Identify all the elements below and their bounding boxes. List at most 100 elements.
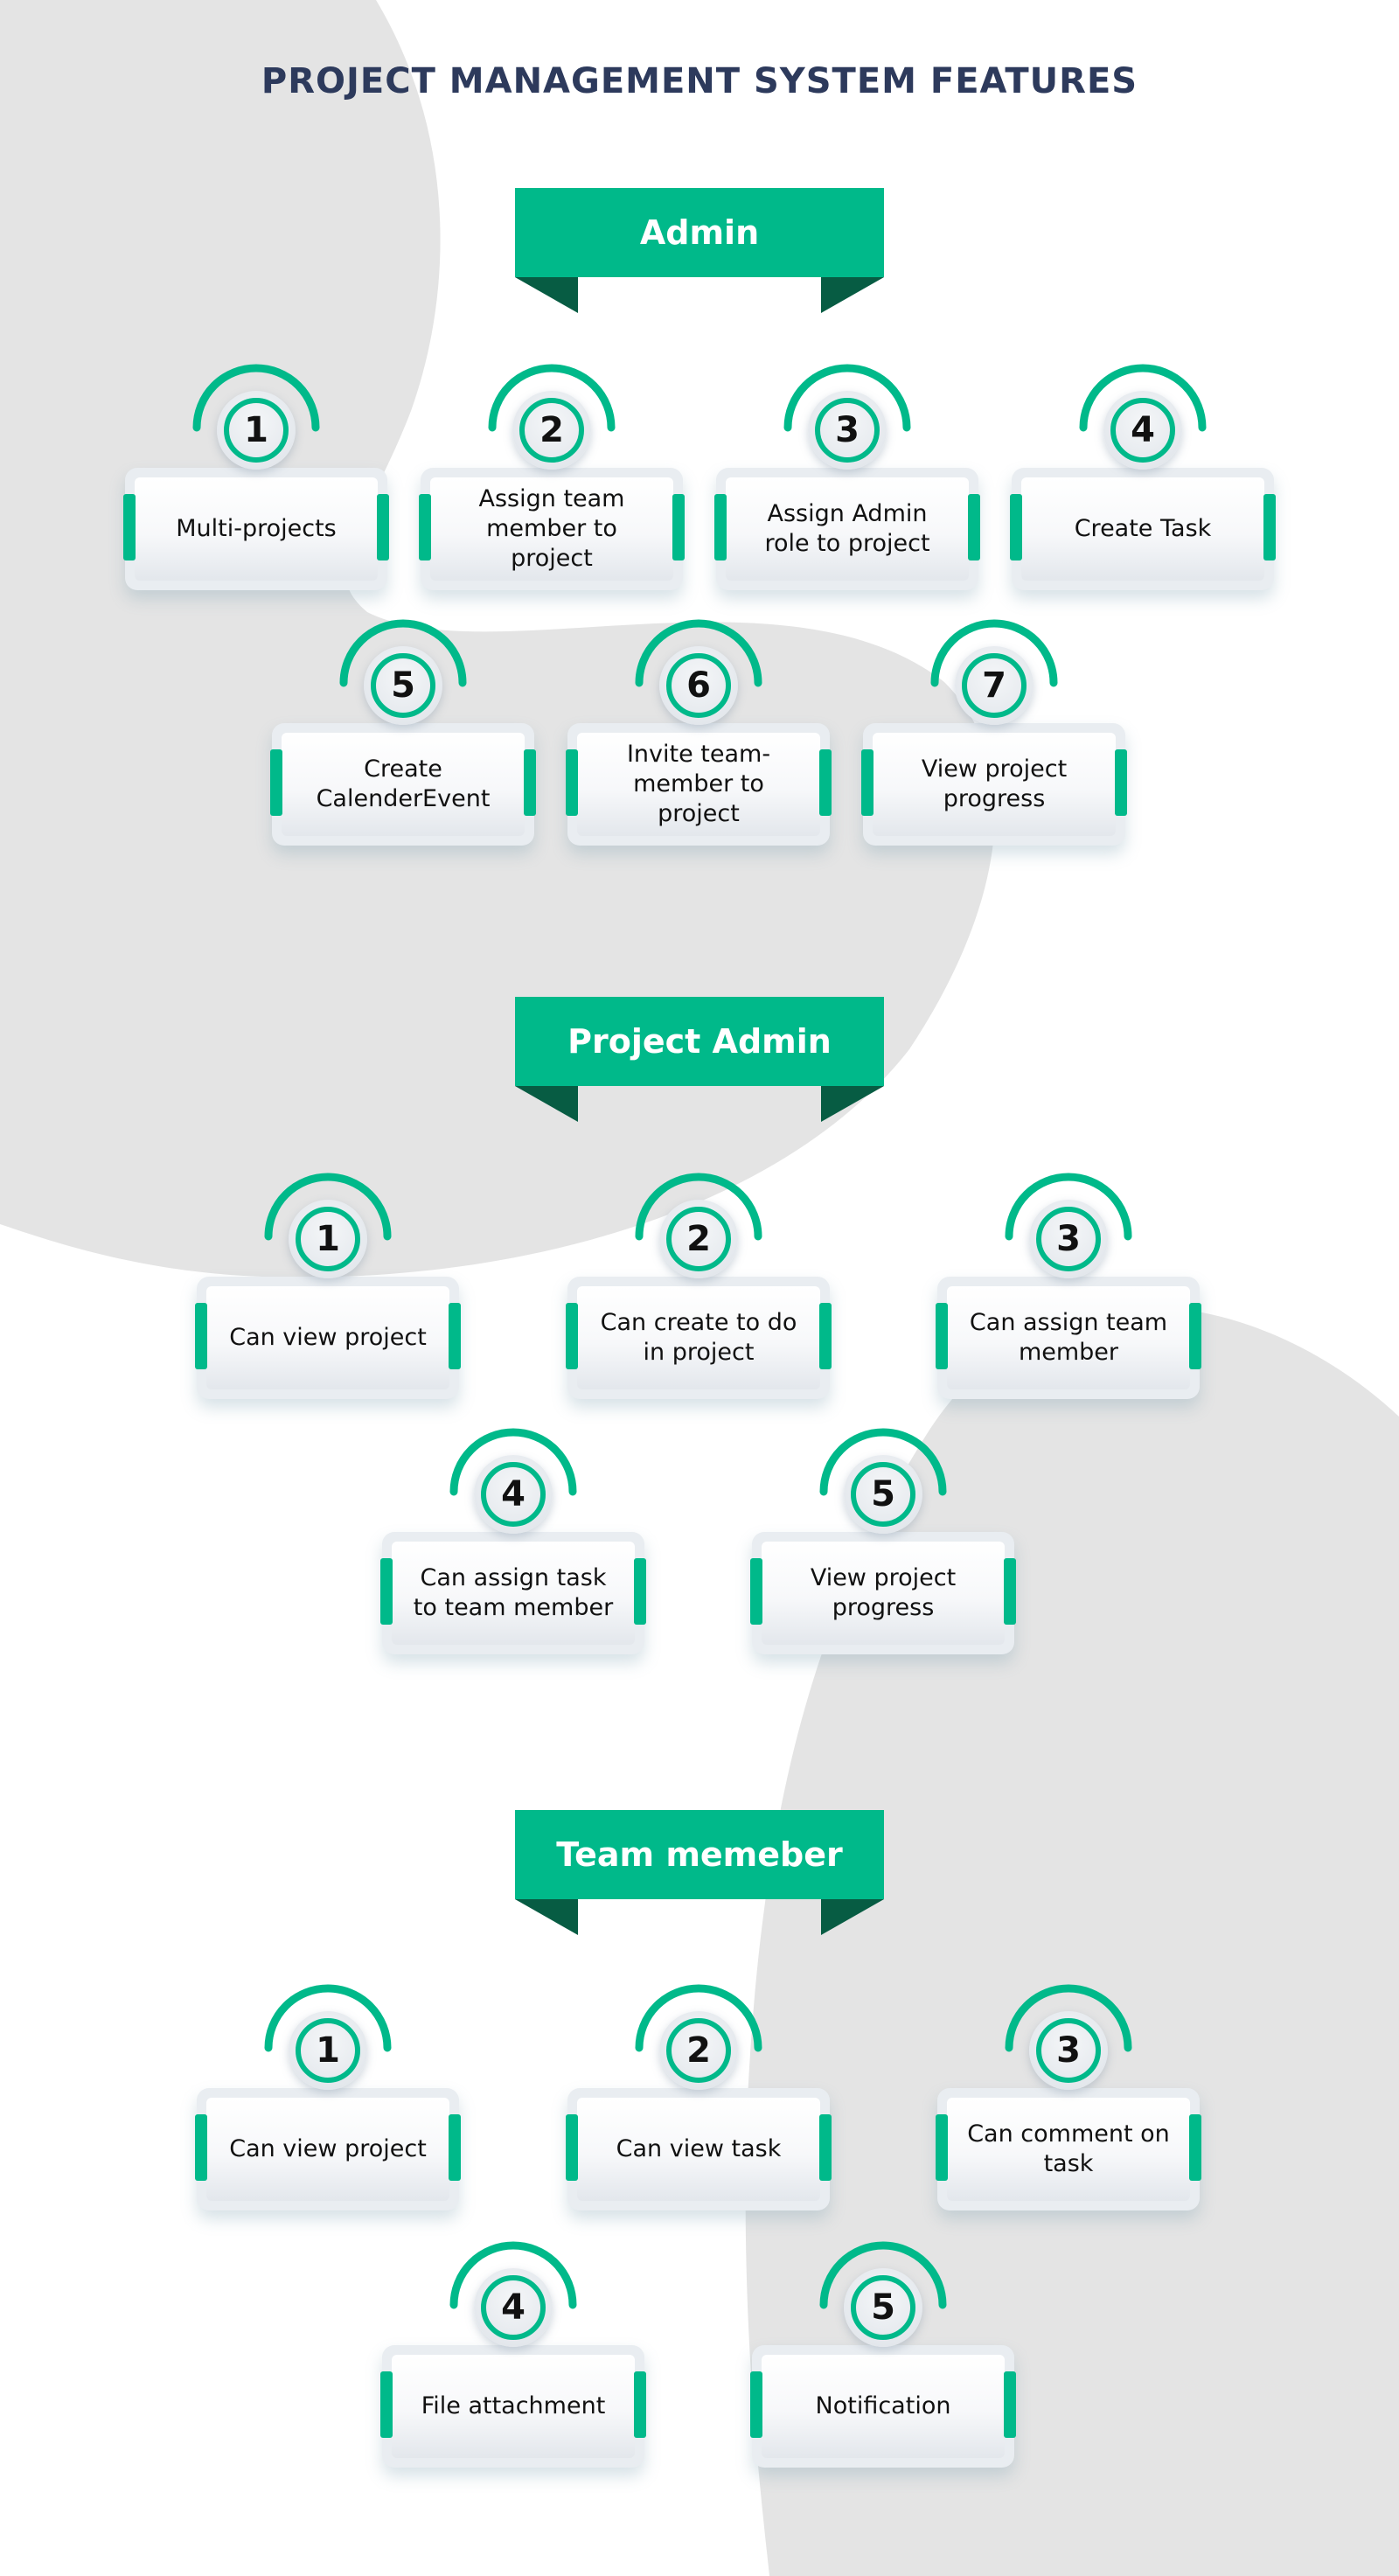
card-left-tab — [566, 1303, 578, 1369]
feature-number: 2 — [686, 2030, 711, 2071]
card-right-tab — [634, 1558, 646, 1625]
feature-card: Can create to do in project 2 — [566, 1173, 832, 1399]
number-badge: 1 — [217, 391, 296, 470]
number-badge: 3 — [1029, 1200, 1108, 1278]
card-left-tab — [1010, 494, 1022, 560]
feature-number: 2 — [686, 1219, 711, 1259]
number-badge: 3 — [808, 391, 887, 470]
feature-card: Assign Admin role to project 3 — [714, 364, 980, 590]
number-badge: 5 — [844, 2268, 922, 2347]
feature-card: Invite team-member to project 6 — [566, 619, 832, 846]
card-body: Can assign team member — [947, 1286, 1190, 1389]
feature-text: View project progress — [810, 1564, 957, 1621]
feature-text: Can view project — [229, 2135, 427, 2162]
feature-number: 4 — [501, 1474, 525, 1514]
feature-card: File attachment 4 — [380, 2241, 646, 2468]
feature-card: Can comment on task 3 — [936, 1984, 1201, 2210]
card-right-tab — [524, 749, 536, 816]
card-right-tab — [449, 2114, 461, 2181]
card-left-tab — [123, 494, 136, 560]
feature-number: 3 — [1056, 1219, 1081, 1259]
number-badge: 5 — [844, 1455, 922, 1534]
card-left-tab — [419, 494, 431, 560]
feature-number: 1 — [316, 2030, 340, 2071]
feature-number: 1 — [244, 410, 268, 450]
card-left-tab — [380, 2371, 393, 2438]
card-body: Assign Admin role to project — [726, 477, 969, 581]
card-body: Can view project — [206, 1286, 449, 1389]
feature-number: 4 — [1131, 410, 1155, 450]
feature-text: File attachment — [421, 2392, 606, 2419]
card-left-tab — [936, 1303, 948, 1369]
feature-card: Create CalenderEvent 5 — [270, 619, 536, 846]
card-right-tab — [1004, 2371, 1016, 2438]
card-body: File attachment — [392, 2355, 635, 2458]
section-ribbon-team-member: Team memeber — [515, 1810, 884, 1937]
card-left-tab — [270, 749, 282, 816]
section-label: Admin — [639, 213, 760, 252]
number-badge: 7 — [955, 646, 1034, 725]
feature-text: Multi-projects — [176, 515, 337, 542]
number-badge: 4 — [474, 1455, 553, 1534]
feature-text: Notification — [815, 2392, 951, 2419]
card-body: Can assign task to team member — [392, 1542, 635, 1645]
feature-number: 5 — [391, 665, 415, 706]
feature-card: Create Task 4 — [1010, 364, 1276, 590]
card-left-tab — [714, 494, 727, 560]
card-body: Can view project — [206, 2098, 449, 2201]
card-right-tab — [672, 494, 685, 560]
card-left-tab — [566, 2114, 578, 2181]
card-left-tab — [195, 1303, 207, 1369]
feature-card: Notification 5 — [750, 2241, 1016, 2468]
number-badge: 1 — [289, 2011, 367, 2090]
card-right-tab — [1004, 1558, 1016, 1625]
card-right-tab — [1189, 1303, 1201, 1369]
feature-text: Can view task — [616, 2135, 782, 2162]
section-label: Team memeber — [556, 1835, 843, 1874]
section-ribbon-project-admin: Project Admin — [515, 997, 884, 1124]
card-body: View project progress — [873, 733, 1116, 836]
card-body: Can create to do in project — [577, 1286, 820, 1389]
feature-number: 7 — [982, 665, 1006, 706]
feature-card: View project progress 5 — [750, 1428, 1016, 1654]
card-body: Create Task — [1021, 477, 1264, 581]
feature-text: Create CalenderEvent — [316, 755, 491, 812]
card-body: Create CalenderEvent — [282, 733, 525, 836]
number-badge: 3 — [1029, 2011, 1108, 2090]
card-right-tab — [449, 1303, 461, 1369]
ribbon-tails — [515, 1086, 884, 1122]
number-badge: 2 — [659, 2011, 738, 2090]
card-left-tab — [195, 2114, 207, 2181]
feature-card: View project progress 7 — [861, 619, 1127, 846]
feature-number: 3 — [1056, 2030, 1081, 2071]
ribbon-tails — [515, 1899, 884, 1935]
card-body: Notification — [762, 2355, 1005, 2458]
feature-text: Invite team-member to project — [626, 741, 771, 827]
feature-card: Assign team member to project 2 — [419, 364, 685, 590]
feature-card: Can view project 1 — [195, 1984, 461, 2210]
feature-text: Can assign team member — [969, 1309, 1168, 1366]
number-badge: 6 — [659, 646, 738, 725]
feature-text: Create Task — [1074, 515, 1212, 542]
feature-text: Assign Admin role to project — [764, 500, 930, 557]
feature-number: 5 — [871, 2287, 895, 2328]
feature-text: Can comment on task — [967, 2120, 1170, 2177]
card-right-tab — [968, 494, 980, 560]
feature-card: Can view task 2 — [566, 1984, 832, 2210]
feature-text: Can assign task to team member — [413, 1564, 614, 1621]
card-right-tab — [1263, 494, 1276, 560]
card-body: Multi-projects — [135, 477, 378, 581]
card-right-tab — [819, 749, 832, 816]
feature-number: 1 — [316, 1219, 340, 1259]
number-badge: 4 — [1103, 391, 1182, 470]
card-right-tab — [819, 2114, 832, 2181]
feature-card: Can view project 1 — [195, 1173, 461, 1399]
feature-number: 3 — [835, 410, 860, 450]
card-body: Can comment on task — [947, 2098, 1190, 2201]
feature-text: View project progress — [921, 755, 1068, 812]
card-body: Can view task — [577, 2098, 820, 2201]
number-badge: 2 — [512, 391, 591, 470]
number-badge: 2 — [659, 1200, 738, 1278]
feature-number: 2 — [539, 410, 564, 450]
card-body: Invite team-member to project — [577, 733, 820, 836]
